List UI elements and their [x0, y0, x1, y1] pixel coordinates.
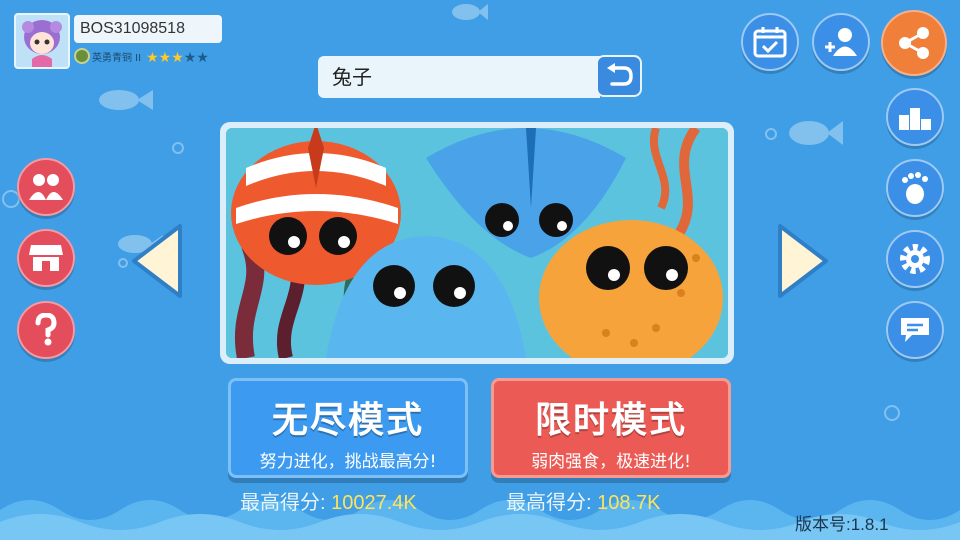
- daily-checkin-button[interactable]: [741, 13, 799, 71]
- undo-button[interactable]: [596, 55, 642, 97]
- bubble: [765, 128, 777, 140]
- rank-star-icon: ★: [158, 49, 172, 66]
- rank-badge-icon: [74, 48, 90, 64]
- background-fish: [789, 121, 843, 145]
- timed-score-value: 108.7K: [597, 492, 661, 514]
- help-button[interactable]: [17, 301, 75, 359]
- player-card[interactable]: BOS31098518 英勇青铜 II ★★★★★: [14, 13, 244, 73]
- rank-star-icon: ★: [196, 49, 209, 66]
- friends-button[interactable]: [17, 158, 75, 216]
- player-id: BOS31098518: [74, 15, 222, 43]
- search-input[interactable]: 兔子: [318, 56, 600, 98]
- bubble: [118, 258, 128, 268]
- version-label: 版本号:1.8.1: [795, 515, 889, 534]
- endless-mode-subtitle: 努力进化，挑战最高分!: [259, 452, 437, 472]
- rank-star-icon: ★: [183, 49, 197, 66]
- banner-illustration: [226, 128, 728, 358]
- endless-mode-button[interactable]: 无尽模式 努力进化，挑战最高分!: [228, 378, 468, 478]
- add-friend-button[interactable]: [812, 13, 870, 71]
- rank-star-icon: ★: [171, 49, 184, 66]
- share-button[interactable]: [881, 10, 947, 76]
- previous-arrow-button[interactable]: [128, 222, 188, 300]
- footprint-icon: [902, 172, 928, 204]
- calendar-check-icon: [753, 27, 787, 58]
- rank-name: 英勇青铜 II: [92, 52, 142, 64]
- leaderboard-button[interactable]: [886, 88, 944, 146]
- settings-icon: [900, 244, 930, 274]
- endless-score-value: 10027.4K: [331, 492, 417, 514]
- timed-mode-title: 限时模式: [534, 400, 687, 441]
- chat-icon: [901, 318, 929, 342]
- footprint-button[interactable]: [886, 159, 944, 217]
- rank-row: 英勇青铜 II ★★★★★: [74, 47, 209, 65]
- settings-button[interactable]: [886, 230, 944, 288]
- endless-best-score: 最高得分: 10027.4K: [240, 486, 417, 515]
- timed-mode-subtitle: 弱肉强食，极速进化!: [531, 452, 691, 472]
- share-icon: [899, 27, 929, 59]
- bubble: [884, 405, 900, 421]
- help-icon: [35, 313, 57, 346]
- rank-stars: ★★★★★: [146, 47, 209, 66]
- add-friend-icon: [825, 28, 857, 56]
- timed-score-label: 最高得分:: [506, 492, 592, 514]
- chat-button[interactable]: [886, 301, 944, 359]
- avatar[interactable]: [14, 13, 70, 69]
- shop-button[interactable]: [17, 229, 75, 287]
- rank-star-icon: ★: [146, 49, 159, 66]
- background-fish: [99, 90, 153, 110]
- undo-icon: [607, 63, 633, 86]
- endless-score-label: 最高得分:: [240, 492, 326, 514]
- friends-icon: [29, 174, 63, 200]
- background-fish: [452, 4, 488, 20]
- mode-banner: [220, 122, 734, 364]
- timed-mode-button[interactable]: 限时模式 弱肉强食，极速进化!: [491, 378, 731, 478]
- shop-icon: [29, 245, 63, 271]
- timed-best-score: 最高得分: 108.7K: [506, 486, 661, 515]
- endless-mode-title: 无尽模式: [271, 400, 424, 441]
- next-arrow-button[interactable]: [772, 222, 832, 300]
- bubble: [172, 142, 184, 154]
- leaderboard-icon: [899, 108, 931, 130]
